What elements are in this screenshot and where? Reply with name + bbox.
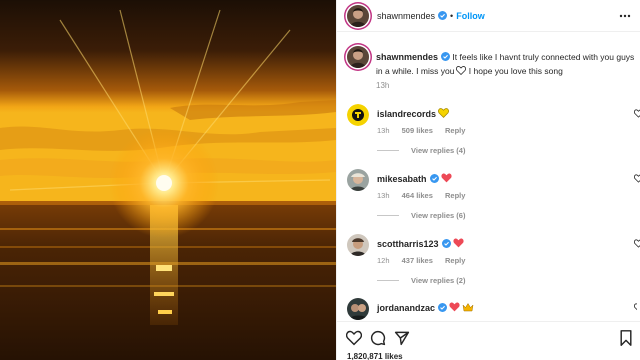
- comment-text: mikesabath: [377, 173, 452, 184]
- commenter-avatar[interactable]: [347, 169, 369, 191]
- verified-badge-icon: [438, 11, 448, 20]
- comment-item: scottharris123 12h 437 likes Reply View …: [347, 234, 640, 294]
- commenter-avatar[interactable]: [347, 298, 369, 320]
- like-heart-icon[interactable]: [634, 174, 640, 183]
- comment-meta: 13h 509 likes Reply: [377, 126, 475, 135]
- comment-text: scottharris123: [377, 238, 464, 249]
- like-heart-icon[interactable]: [634, 109, 640, 118]
- yellow-heart-icon: [438, 108, 449, 118]
- save-bookmark-icon[interactable]: [618, 330, 634, 346]
- red-heart-icon: [452, 238, 464, 248]
- crown-icon: [462, 303, 474, 312]
- comment-timestamp: 12h: [377, 256, 390, 265]
- post-actions-bar: [337, 321, 640, 351]
- post-header: shawnmendes • Follow: [337, 0, 640, 32]
- view-replies-label: View replies (2): [411, 276, 466, 285]
- caption-timestamp: 13h: [376, 81, 390, 90]
- reply-button[interactable]: Reply: [445, 126, 465, 135]
- share-icon[interactable]: [394, 330, 410, 346]
- view-replies-label: View replies (6): [411, 211, 466, 220]
- comment-text: islandrecords: [377, 108, 449, 119]
- follow-button[interactable]: Follow: [456, 11, 485, 21]
- comment-icon[interactable]: [370, 330, 386, 346]
- verified-badge-icon: [429, 174, 439, 183]
- caption-text: shawnmendes It feels like I havnt truly …: [376, 50, 638, 78]
- commenter-avatar[interactable]: [347, 234, 369, 256]
- like-heart-icon[interactable]: [346, 330, 362, 346]
- comment-timestamp: 13h: [377, 191, 390, 200]
- comment-like-count[interactable]: 464 likes: [402, 191, 433, 200]
- author-username[interactable]: shawnmendes: [377, 11, 435, 21]
- commenter-username[interactable]: islandrecords: [377, 109, 436, 119]
- commenter-username[interactable]: jordanandzac: [377, 303, 435, 313]
- view-replies-button[interactable]: View replies (2): [377, 276, 465, 285]
- caption-author-avatar[interactable]: [347, 46, 369, 68]
- post-photo[interactable]: [0, 0, 336, 360]
- post-like-count[interactable]: 1,820,871 likes: [347, 352, 403, 360]
- post-details-panel: shawnmendes • Follow shawnmendes It feel…: [336, 0, 640, 360]
- red-heart-icon: [440, 173, 452, 183]
- like-heart-icon[interactable]: [634, 303, 637, 312]
- comment-timestamp: 13h: [377, 126, 390, 135]
- caption-body-end: I hope you love this song: [466, 66, 563, 76]
- reply-button[interactable]: Reply: [445, 191, 465, 200]
- comment-meta: 12h 437 likes Reply: [377, 256, 475, 265]
- comment-item: mikesabath 13h 464 likes Reply View repl…: [347, 169, 640, 229]
- comment-like-count[interactable]: 509 likes: [402, 126, 433, 135]
- caption-username[interactable]: shawnmendes: [376, 52, 438, 62]
- commenter-username[interactable]: scottharris123: [377, 239, 439, 249]
- view-replies-label: View replies (4): [411, 146, 466, 155]
- comment-text: jordanandzac: [377, 302, 474, 313]
- reply-button[interactable]: Reply: [445, 256, 465, 265]
- comment-item: jordanandzac: [347, 298, 637, 320]
- commenter-avatar[interactable]: [347, 104, 369, 126]
- red-heart-icon: [449, 302, 460, 312]
- separator-dot: •: [450, 10, 454, 21]
- like-heart-icon[interactable]: [634, 239, 640, 248]
- verified-badge-icon: [441, 52, 451, 61]
- view-replies-button[interactable]: View replies (4): [377, 146, 465, 155]
- more-options-icon[interactable]: [619, 11, 631, 21]
- commenter-username[interactable]: mikesabath: [377, 174, 427, 184]
- sunset-image: [0, 0, 336, 360]
- author-avatar[interactable]: [347, 4, 369, 27]
- verified-badge-icon: [438, 303, 448, 312]
- comment-meta: 13h 464 likes Reply: [377, 191, 475, 200]
- white-heart-icon: [456, 66, 467, 75]
- comment-item: islandrecords 13h 509 likes Reply View r…: [347, 104, 640, 164]
- comment-like-count[interactable]: 437 likes: [402, 256, 433, 265]
- view-replies-button[interactable]: View replies (6): [377, 211, 465, 220]
- verified-badge-icon: [441, 239, 451, 248]
